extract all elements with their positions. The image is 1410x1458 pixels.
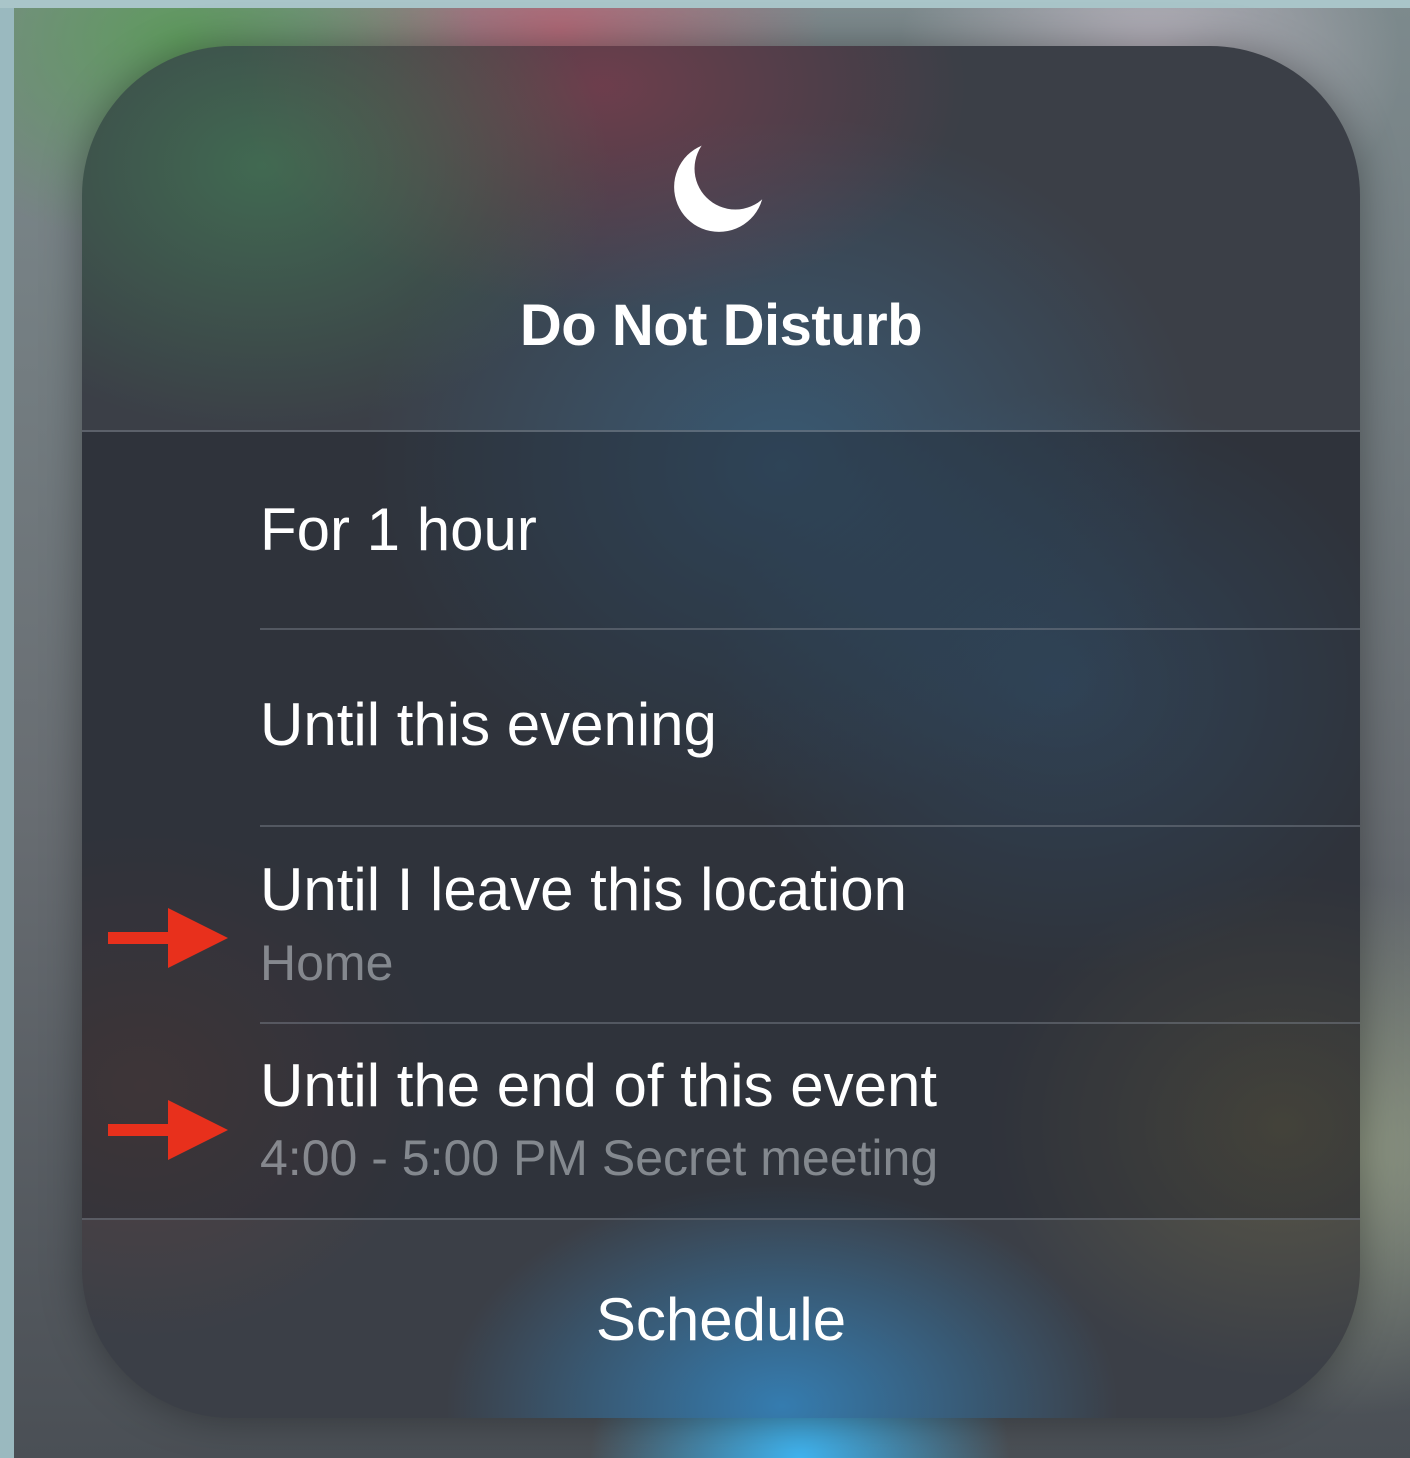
do-not-disturb-panel: Do Not Disturb For 1 hour Until this eve… xyxy=(82,46,1360,1418)
arrow-right-icon xyxy=(108,1100,228,1160)
schedule-label: Schedule xyxy=(595,1286,847,1353)
arrow-right-icon xyxy=(108,908,228,968)
panel-header: Do Not Disturb xyxy=(82,46,1360,432)
option-until-this-evening[interactable]: Until this evening xyxy=(82,630,1360,826)
option-subtitle-location: Home xyxy=(260,935,394,991)
background-top-edge xyxy=(0,0,1410,8)
option-subtitle-event: 4:00 - 5:00 PM Secret meeting xyxy=(260,1130,939,1186)
option-title: Until I leave this location xyxy=(260,856,907,923)
option-title: Until the end of this event xyxy=(260,1052,938,1119)
option-for-1-hour[interactable]: For 1 hour xyxy=(82,432,1360,628)
moon-icon xyxy=(674,142,764,232)
option-until-leave-location[interactable]: Until I leave this location Home xyxy=(82,827,1360,1023)
panel-title: Do Not Disturb xyxy=(519,293,923,358)
background-edge xyxy=(0,0,14,1458)
option-title: For 1 hour xyxy=(260,496,537,563)
option-title: Until this evening xyxy=(260,691,717,758)
options-list: For 1 hour Until this evening Until I le… xyxy=(82,432,1360,1220)
schedule-button[interactable]: Schedule xyxy=(82,1220,1360,1418)
screen-background: Do Not Disturb For 1 hour Until this eve… xyxy=(0,0,1410,1458)
option-until-end-of-event[interactable]: Until the end of this event 4:00 - 5:00 … xyxy=(82,1024,1360,1220)
